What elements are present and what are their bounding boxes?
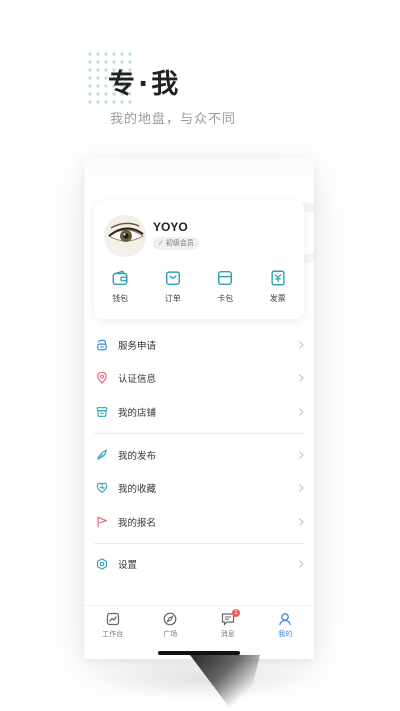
card-icon	[218, 270, 233, 286]
page-hero-title: 专·我	[108, 69, 182, 100]
quick-action-cards[interactable]: 卡包	[199, 269, 252, 309]
tab-workbench[interactable]: 工作台	[84, 606, 142, 645]
page-hero-subtitle: 我的地盘，与众不同	[110, 112, 237, 127]
home-indicator	[158, 651, 240, 655]
heart-icon	[96, 482, 108, 494]
quick-action-label: 卡包	[217, 294, 234, 303]
feather-icon	[97, 448, 108, 460]
menu-item-label: 我的收藏	[118, 484, 157, 496]
chevron-right-icon	[299, 340, 304, 349]
location-pin-icon	[97, 372, 107, 385]
profile-card: YOYO ✓ 初级会员 钱包 订单 卡包 发票	[94, 201, 304, 319]
avatar-eye-image	[105, 216, 145, 256]
section-divider	[94, 432, 304, 434]
chevron-right-icon	[299, 484, 304, 493]
quick-action-label: 发票	[269, 294, 286, 303]
quick-actions: 钱包 订单 卡包 发票	[94, 269, 304, 309]
username: YOYO	[153, 220, 188, 234]
quick-action-label: 订单	[164, 294, 181, 303]
avatar[interactable]	[104, 215, 146, 257]
menu-item-my-registrations[interactable]: 我的报名	[84, 505, 314, 539]
tab-label: 工作台	[102, 630, 124, 638]
wallet-icon	[112, 270, 128, 286]
unread-count-badge: 1	[232, 609, 240, 617]
menu-item-label: 设置	[118, 560, 138, 572]
quick-action-label: 钱包	[112, 294, 129, 303]
menu-item-my-store[interactable]: 我的店铺	[84, 395, 314, 429]
user-icon	[279, 613, 292, 626]
menu-item-label: 我的报名	[118, 517, 157, 529]
quick-action-orders[interactable]: 订单	[147, 269, 200, 309]
phone-screen: YOYO ✓ 初级会员 钱包 订单 卡包 发票 服务申请 认证信息 我的店铺 我…	[84, 157, 314, 659]
compass-icon	[163, 612, 177, 626]
chart-icon	[106, 612, 119, 626]
menu-list: 服务申请 认证信息 我的店铺 我的发布 我的收藏 我的报名 设置	[84, 328, 314, 581]
menu-item-label: 认证信息	[118, 374, 157, 386]
chevron-right-icon	[299, 450, 304, 459]
section-divider	[94, 542, 304, 544]
flag-icon	[97, 516, 107, 527]
service-icon	[97, 339, 107, 351]
menu-item-service-application[interactable]: 服务申请	[84, 328, 314, 362]
check-icon: ✓	[158, 239, 164, 247]
member-level-badge: ✓ 初级会员	[153, 237, 199, 250]
quick-action-invoice[interactable]: 发票	[252, 269, 305, 309]
menu-item-my-favorites[interactable]: 我的收藏	[84, 471, 314, 505]
menu-item-label: 我的店铺	[118, 407, 157, 419]
chevron-right-icon	[299, 374, 304, 383]
member-level-label: 初级会员	[165, 239, 194, 247]
order-bag-icon	[165, 271, 180, 286]
tab-mine[interactable]: 我的	[257, 606, 315, 645]
settings-icon	[96, 558, 108, 571]
chevron-right-icon	[299, 560, 304, 569]
quick-action-wallet[interactable]: 钱包	[94, 269, 147, 309]
menu-item-label: 服务申请	[118, 340, 157, 352]
menu-item-my-posts[interactable]: 我的发布	[84, 438, 314, 472]
tab-label: 广场	[163, 630, 178, 638]
menu-item-settings[interactable]: 设置	[84, 548, 314, 582]
tab-label: 消息	[220, 630, 235, 638]
chevron-right-icon	[299, 517, 304, 526]
menu-item-verification-info[interactable]: 认证信息	[84, 362, 314, 396]
chevron-right-icon	[299, 408, 304, 416]
tab-messages[interactable]: 1 消息	[199, 606, 257, 645]
bottom-tab-bar: 工作台 广场 1 消息 我的	[84, 605, 314, 645]
tab-label: 我的	[278, 630, 293, 638]
menu-item-label: 我的发布	[118, 450, 157, 462]
tab-square[interactable]: 广场	[142, 606, 200, 645]
screen-header-area	[84, 157, 314, 197]
invoice-icon	[271, 270, 285, 286]
store-icon	[96, 407, 108, 417]
